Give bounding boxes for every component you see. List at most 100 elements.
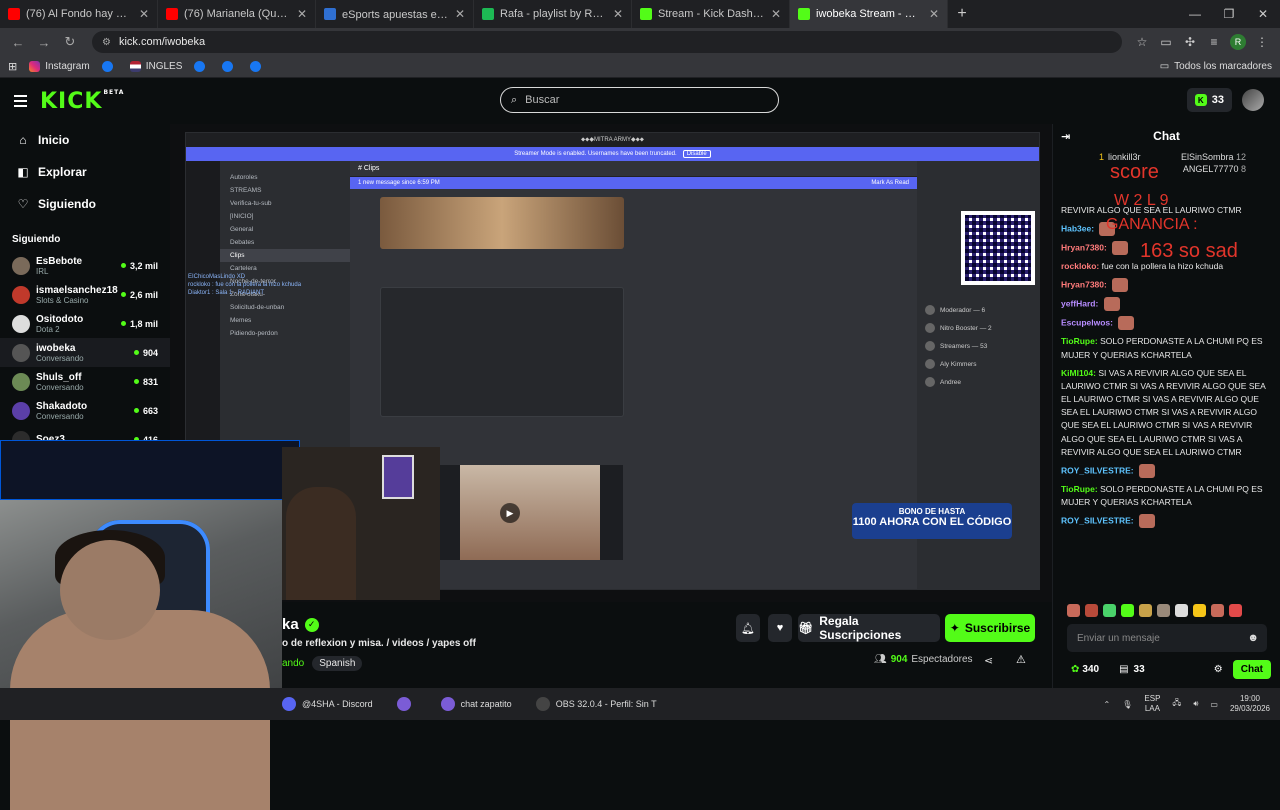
- send-chat-button[interactable]: Chat: [1232, 660, 1271, 679]
- taskbar-app[interactable]: chat zapatito: [440, 697, 512, 711]
- address-bar[interactable]: ⚙ kick.com/iwobeka: [92, 31, 1122, 53]
- mic-icon[interactable]: 🎙︎: [1122, 700, 1132, 709]
- menu-icon[interactable]: ⋮: [1250, 30, 1274, 54]
- followed-channel[interactable]: Shakadoto Conversando 663: [0, 396, 170, 425]
- facebook-icon: [222, 61, 234, 72]
- taskbar-app[interactable]: @4SHA - Discord: [282, 697, 373, 711]
- chevron-up-icon[interactable]: ⌃: [1104, 700, 1111, 709]
- sidebar-nav-compass[interactable]: ◧ Explorar: [0, 156, 170, 188]
- chat-username[interactable]: Hryan7380:: [1061, 242, 1107, 252]
- emote-icon[interactable]: [1211, 604, 1224, 617]
- maximize-button[interactable]: ❐: [1212, 0, 1246, 28]
- keyboard-language[interactable]: ESP LAA: [1144, 694, 1160, 715]
- emoji-icon[interactable]: ☻: [1247, 632, 1259, 644]
- kicks-balance[interactable]: K 33: [1186, 88, 1232, 112]
- bookmark-instagram[interactable]: Instagram: [29, 61, 90, 72]
- followed-channel[interactable]: Shuls_off Conversando 831: [0, 367, 170, 396]
- tab-close-icon[interactable]: ✕: [455, 7, 465, 21]
- followed-channel[interactable]: iwobeka Conversando 904: [0, 338, 170, 367]
- emote-icon[interactable]: [1229, 604, 1242, 617]
- chat-username[interactable]: Hab3ee:: [1061, 223, 1094, 233]
- extensions-icon[interactable]: ✣: [1178, 30, 1202, 54]
- back-button[interactable]: ←: [6, 30, 30, 54]
- taskbar-app[interactable]: OBS 32.0.4 - Perfil: Sin T: [535, 697, 657, 711]
- browser-tab[interactable]: (76) Al Fondo hay Sitio 8: Ferna ✕: [0, 0, 158, 28]
- tab-close-icon[interactable]: ✕: [139, 7, 149, 21]
- search-input[interactable]: ⌕ Buscar: [500, 87, 779, 113]
- all-bookmarks[interactable]: ▭ Todos los marcadores: [1160, 61, 1272, 72]
- points-icon[interactable]: ✿: [1071, 664, 1079, 675]
- emote-icon[interactable]: [1103, 604, 1116, 617]
- close-window-button[interactable]: ✕: [1246, 0, 1280, 28]
- apps-icon[interactable]: ⊞: [8, 60, 17, 73]
- browser-tab[interactable]: Stream - Kick Dashboard ✕: [632, 0, 790, 28]
- bookmark-facebook-2[interactable]: [194, 61, 210, 72]
- cast-icon[interactable]: ▭: [1154, 30, 1178, 54]
- badge-icon[interactable]: ▤: [1119, 664, 1128, 675]
- chat-username[interactable]: Hryan7380:: [1061, 280, 1107, 290]
- language-tag[interactable]: Spanish: [312, 656, 363, 671]
- browser-tab[interactable]: eSports apuestas en directo ▶ ✕: [316, 0, 474, 28]
- bookmark-star-icon[interactable]: ☆: [1130, 30, 1154, 54]
- emote-icon[interactable]: [1067, 604, 1080, 617]
- chat-username[interactable]: TioRupe:: [1061, 336, 1098, 346]
- emote-icon[interactable]: [1157, 604, 1170, 617]
- emote-icon[interactable]: [1175, 604, 1188, 617]
- notification-bell-button[interactable]: 🔔︎: [736, 614, 760, 642]
- sidebar-nav-heart[interactable]: ♡ Siguiendo: [0, 188, 170, 220]
- tab-close-icon[interactable]: ✕: [929, 7, 939, 21]
- emote-icon[interactable]: [1193, 604, 1206, 617]
- sidebar-nav-home[interactable]: ⌂ Inicio: [0, 124, 170, 156]
- bookmark-facebook-3[interactable]: [222, 61, 238, 72]
- emote-icon: [1138, 463, 1155, 478]
- followed-channel[interactable]: EsBebote IRL 3,2 mil: [0, 251, 170, 280]
- share-icon[interactable]: ⋖: [984, 654, 993, 667]
- chat-username[interactable]: ROY_SILVESTRE:: [1061, 515, 1134, 525]
- new-tab-button[interactable]: +: [948, 0, 976, 28]
- followed-channel[interactable]: ismaelsanchez18 Slots & Casino 2,6 mil: [0, 280, 170, 309]
- menu-toggle-icon[interactable]: [0, 95, 40, 107]
- kick-logo[interactable]: KICKBETA: [40, 89, 124, 114]
- gift-subs-button[interactable]: 🎁︎ Regala Suscripciones: [798, 614, 940, 642]
- bookmark-facebook-4[interactable]: [250, 61, 266, 72]
- emote-icon[interactable]: [1139, 604, 1152, 617]
- forward-button[interactable]: →: [32, 30, 56, 54]
- taskbar-app[interactable]: [396, 697, 417, 711]
- profile-avatar[interactable]: R: [1226, 30, 1250, 54]
- battery-icon[interactable]: ▭: [1210, 700, 1218, 709]
- follow-heart-button[interactable]: ♥: [768, 614, 792, 642]
- tab-close-icon[interactable]: ✕: [613, 7, 623, 21]
- category-link[interactable]: ando: [282, 658, 304, 669]
- bookmark-facebook[interactable]: [101, 61, 118, 72]
- report-icon[interactable]: ⚠: [1016, 653, 1026, 666]
- channel-name[interactable]: ka ✓: [282, 616, 319, 633]
- tab-close-icon[interactable]: ✕: [297, 7, 307, 21]
- chat-username[interactable]: yeffHard:: [1061, 299, 1098, 309]
- network-icon[interactable]: 🖧︎: [1172, 697, 1181, 711]
- followed-channel[interactable]: Ositodoto Dota 2 1,8 mil: [0, 309, 170, 338]
- emote-icon[interactable]: [1085, 604, 1098, 617]
- browser-tab[interactable]: Rafa - playlist by RafaelJxared | ✕: [474, 0, 632, 28]
- tab-close-icon[interactable]: ✕: [771, 7, 781, 21]
- browser-tab[interactable]: iwobeka Stream - Watch Li ✕: [790, 0, 948, 28]
- clock[interactable]: 19:00 29/03/2026: [1230, 694, 1270, 715]
- bookmark-ingles[interactable]: INGLES: [129, 61, 182, 72]
- chat-username[interactable]: Escupelwos:: [1061, 318, 1113, 328]
- gear-icon[interactable]: ⚙: [1214, 664, 1223, 675]
- emote-icon[interactable]: [1121, 604, 1134, 617]
- media-icon[interactable]: ≡: [1202, 30, 1226, 54]
- volume-icon[interactable]: 🔊︎: [1193, 699, 1198, 709]
- chat-username[interactable]: rockloko:: [1061, 261, 1099, 271]
- chat-username[interactable]: TioRupe:: [1061, 484, 1098, 494]
- subscribe-button[interactable]: ✦ Suscribirse: [945, 614, 1035, 642]
- chat-username[interactable]: ROY_SILVESTRE:: [1061, 465, 1134, 475]
- chat-username[interactable]: KiMI104:: [1061, 368, 1096, 378]
- play-icon[interactable]: ▶: [500, 503, 520, 523]
- chat-message-input[interactable]: Enviar un mensaje ☻: [1067, 624, 1267, 652]
- reload-button[interactable]: ↻: [58, 30, 82, 54]
- user-avatar[interactable]: [1242, 89, 1264, 111]
- browser-tab[interactable]: (76) Marianela (Que Pasa) (Exte ✕: [158, 0, 316, 28]
- site-info-icon[interactable]: ⚙: [102, 37, 111, 48]
- minimize-button[interactable]: —: [1178, 0, 1212, 28]
- collapse-chat-icon[interactable]: ⇥: [1061, 130, 1070, 143]
